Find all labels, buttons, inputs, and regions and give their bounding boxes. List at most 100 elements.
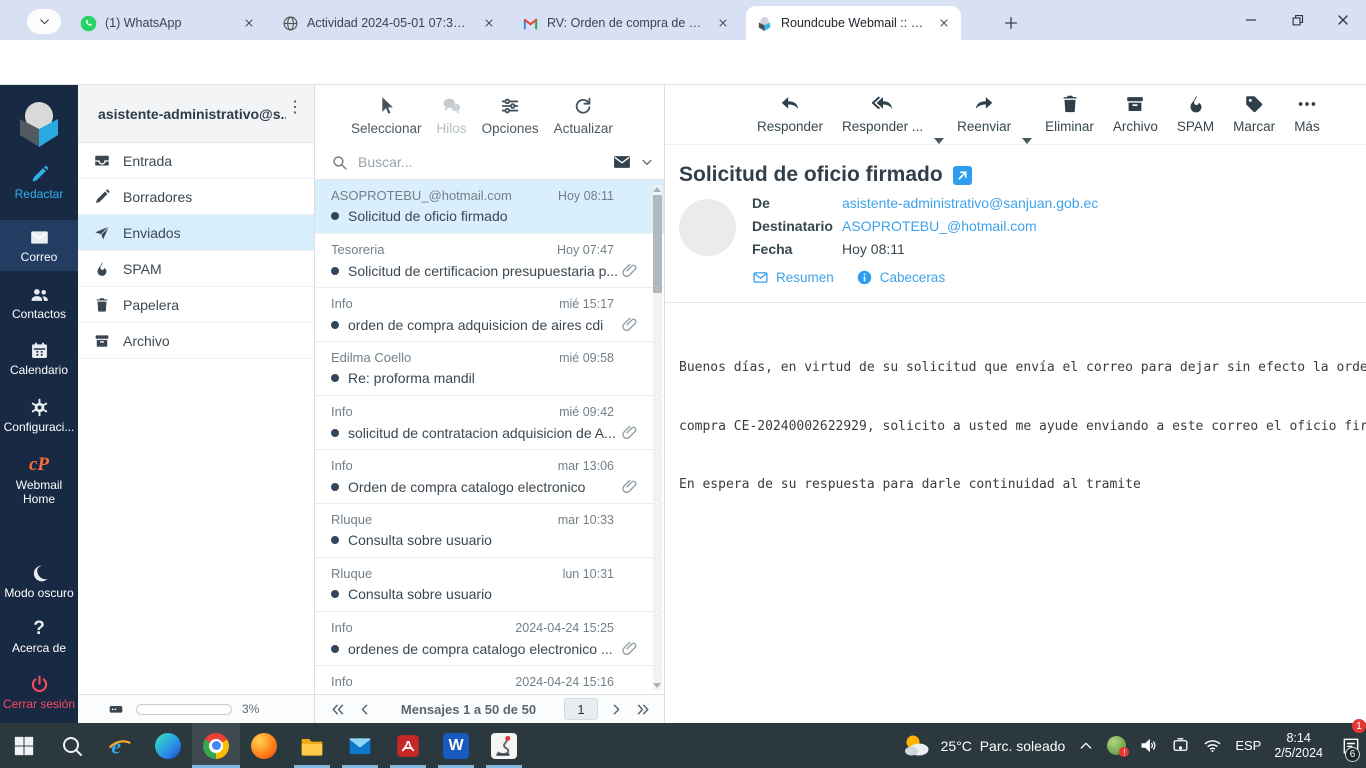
taskbar-chrome[interactable] (192, 723, 240, 768)
message-row[interactable]: Rluque mar 10:33 Consulta sobre usuario (315, 504, 664, 558)
restore-button[interactable] (1274, 0, 1320, 40)
tab-actividad[interactable]: Actividad 2024-05-01 07:30:00 (272, 6, 506, 40)
taskbar-internet-explorer[interactable]: e (96, 723, 144, 768)
message-row[interactable]: Info mié 15:17 orden de compra adquisicio… (315, 288, 664, 342)
close-icon[interactable] (935, 14, 953, 32)
tab-search-button[interactable] (27, 9, 61, 34)
quota-bar (136, 703, 232, 715)
folder-spam[interactable]: SPAM (78, 251, 314, 287)
close-window-button[interactable] (1320, 0, 1366, 40)
message-row[interactable]: Info 2024-04-24 15:25 ordenes de compra c… (315, 612, 664, 666)
options-button[interactable]: Opciones (482, 95, 539, 136)
taskbar-mail[interactable] (336, 723, 384, 768)
folder-borradores[interactable]: Borradores (78, 179, 314, 215)
sidebar-item-configuracion[interactable]: Configuraci... (0, 390, 78, 441)
more-button[interactable]: Más (1294, 93, 1320, 134)
select-button[interactable]: Seleccionar (351, 95, 422, 136)
sender-address-link[interactable]: asistente-administrativo@sanjuan.gob.ec (842, 195, 1098, 211)
message-row[interactable]: ASOPROTEBU_@hotmail.com Hoy 08:11 Solicit… (315, 180, 664, 234)
first-page-button[interactable] (329, 701, 346, 718)
dropdown-caret[interactable] (934, 138, 945, 144)
folder-entrada[interactable]: Entrada (78, 143, 314, 179)
cast-icon[interactable] (1171, 736, 1190, 755)
mark-button[interactable]: Marcar (1233, 93, 1275, 134)
list-toolbar: Seleccionar Hilos Opciones Actualizar (315, 85, 664, 145)
prev-page-button[interactable] (356, 701, 373, 718)
reply-all-button[interactable]: Responder ... (842, 93, 923, 134)
taskbar-firefox[interactable] (240, 723, 288, 768)
antivirus-tray-icon[interactable]: ! (1107, 736, 1130, 757)
sidebar-item-modo-oscuro[interactable]: Modo oscuro (0, 556, 78, 607)
scroll-up-arrow[interactable] (653, 187, 661, 192)
close-icon[interactable] (240, 14, 258, 32)
scrollbar-thumb[interactable] (653, 195, 662, 293)
taskbar-file-explorer[interactable] (288, 723, 336, 768)
page-number-input[interactable]: 1 (564, 698, 598, 720)
taskbar-edge[interactable] (144, 723, 192, 768)
search-scope-icon[interactable] (612, 152, 632, 172)
dropdown-caret[interactable] (1022, 138, 1033, 144)
spam-button[interactable]: SPAM (1177, 93, 1214, 134)
message-date: Hoy 08:11 (557, 189, 614, 203)
unread-dot (331, 428, 339, 437)
sidebar-item-correo[interactable]: Correo (0, 219, 78, 271)
last-page-button[interactable] (635, 701, 652, 718)
list-scrollbar[interactable] (653, 185, 662, 690)
sidebar-item-webmail-home[interactable]: cP Webmail Home (0, 447, 78, 512)
search-input[interactable] (356, 153, 604, 171)
taskbar-java-app[interactable] (480, 723, 528, 768)
close-icon[interactable] (480, 14, 498, 32)
quota-indicator: 3% (78, 694, 314, 723)
message-subject: solicitud de contratacion adquisicion de… (348, 424, 616, 441)
new-tab-button[interactable] (998, 10, 1024, 36)
forward-button[interactable]: Reenviar (957, 93, 1011, 134)
tab-roundcube[interactable]: Roundcube Webmail :: Enviados (746, 6, 961, 40)
message-row[interactable]: Info 2024-04-24 15:16 (315, 666, 664, 694)
folder-papelera[interactable]: Papelera (78, 287, 314, 323)
summary-link[interactable]: Resumen (752, 269, 834, 286)
account-name: asistente-administrativo@s... (98, 105, 286, 122)
message-list-pane: Seleccionar Hilos Opciones Actualizar Bu… (315, 85, 665, 723)
wifi-icon[interactable] (1203, 736, 1222, 755)
message-row[interactable]: Info mié 09:42 solicitud de contratacion … (315, 396, 664, 450)
open-in-new-window-icon[interactable] (952, 165, 972, 185)
sidebar-item-contactos[interactable]: Contactos (0, 277, 78, 328)
archive-button[interactable]: Archivo (1113, 93, 1158, 134)
threads-button[interactable]: Hilos (437, 95, 467, 136)
tab-whatsapp[interactable]: (1) WhatsApp (70, 6, 266, 40)
message-row[interactable]: Tesoreria Hoy 07:47 Solicitud de certific… (315, 234, 664, 288)
sidebar-item-acerca-de[interactable]: ? Acerca de (0, 612, 78, 662)
clock[interactable]: 8:14 2/5/2024 (1274, 731, 1323, 761)
weather-widget[interactable]: 1 25°C Parc. soleado (902, 719, 1366, 760)
reply-button[interactable]: Responder (757, 93, 823, 134)
message-row[interactable]: Edilma Coello mié 09:58 Re: proforma mand… (315, 342, 664, 396)
system-tray: 1 25°C Parc. soleado ! ESP 8:14 2/5/2024… (902, 719, 1366, 768)
sidebar-item-calendario[interactable]: Calendario (0, 333, 78, 384)
message-row[interactable]: Info mar 13:06 Orden de compra catalogo e… (315, 450, 664, 504)
taskbar-word[interactable]: W (432, 723, 480, 768)
account-menu-icon[interactable]: ⋮ (286, 99, 304, 123)
headers-link[interactable]: Cabeceras (856, 269, 945, 286)
minimize-button[interactable] (1228, 0, 1274, 40)
folder-enviados[interactable]: Enviados (78, 215, 314, 251)
question-icon: ? (33, 618, 45, 640)
next-page-button[interactable] (608, 701, 625, 718)
message-row[interactable]: Rluque lun 10:31 Consulta sobre usuario (315, 558, 664, 612)
recipient-address-link[interactable]: ASOPROTEBU_@hotmail.com (842, 218, 1037, 234)
chevron-down-icon[interactable] (640, 155, 654, 169)
volume-icon[interactable] (1139, 736, 1158, 755)
start-button[interactable] (0, 723, 48, 768)
sidebar-item-cerrar-sesion[interactable]: Cerrar sesión (0, 667, 78, 718)
language-indicator[interactable]: ESP (1235, 738, 1261, 753)
sidebar-item-redactar[interactable]: Redactar (0, 157, 78, 208)
taskbar-search-button[interactable] (48, 723, 96, 768)
hidden-icons-chevron[interactable] (1078, 738, 1094, 754)
tab-gmail[interactable]: RV: Orden de compra de chom (512, 6, 740, 40)
scroll-down-arrow[interactable] (653, 683, 661, 688)
message-sender: Info (331, 458, 353, 473)
delete-button[interactable]: Eliminar (1045, 93, 1094, 134)
refresh-button[interactable]: Actualizar (554, 95, 613, 136)
close-icon[interactable] (714, 14, 732, 32)
taskbar-acrobat[interactable] (384, 723, 432, 768)
folder-archivo[interactable]: Archivo (78, 323, 314, 359)
